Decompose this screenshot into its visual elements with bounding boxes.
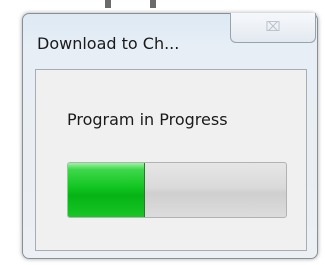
background-artifact [150,0,156,8]
desktop-background: Download to Ch... ⌧ Program in Progress [0,0,325,265]
status-label: Program in Progress [67,110,228,129]
dialog-content-panel: Program in Progress [35,69,307,251]
progress-bar-fill [68,163,146,217]
progress-bar [67,162,287,218]
download-dialog: Download to Ch... ⌧ Program in Progress [22,13,318,259]
close-button[interactable]: ⌧ [230,13,316,43]
background-artifact [105,0,111,8]
close-icon: ⌧ [265,20,281,35]
title-bar[interactable]: Download to Ch... ⌧ [23,13,317,66]
window-title: Download to Ch... [37,34,180,53]
